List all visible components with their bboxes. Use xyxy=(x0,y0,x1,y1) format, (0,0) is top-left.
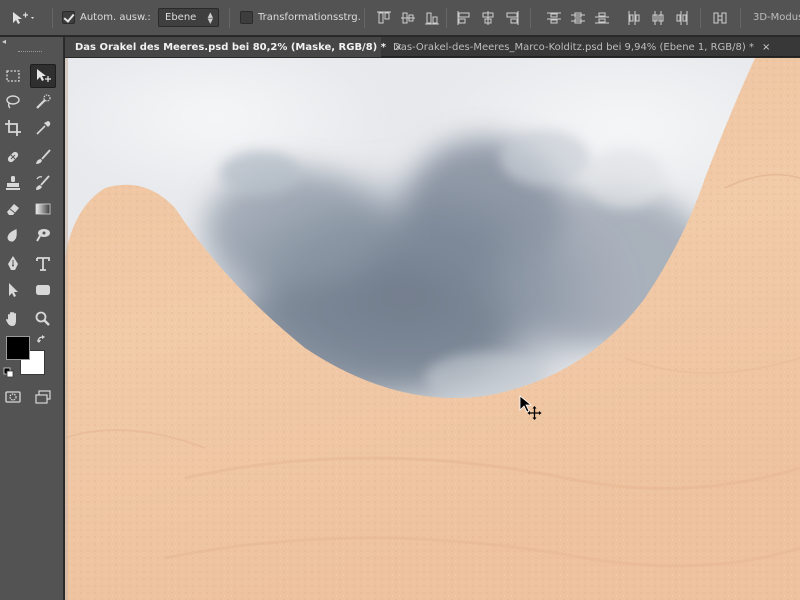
align-right-edges-icon[interactable] xyxy=(504,10,520,26)
options-separator xyxy=(52,8,53,28)
hand-tool-icon[interactable] xyxy=(0,307,26,331)
align-left-edges-icon[interactable] xyxy=(456,10,472,26)
brush-tool-icon[interactable] xyxy=(30,145,56,169)
lasso-tool-icon[interactable] xyxy=(0,90,26,114)
rectangle-tool-icon[interactable] xyxy=(30,278,56,302)
distribute-left-edges-icon[interactable] xyxy=(626,10,642,26)
crop-tool-icon[interactable] xyxy=(0,116,26,140)
rectangular-marquee-tool-icon[interactable] xyxy=(0,64,26,88)
close-tab-icon[interactable]: × xyxy=(762,42,770,53)
panel-grip[interactable] xyxy=(18,51,42,54)
options-separator xyxy=(700,8,701,28)
quick-selection-tool-icon[interactable] xyxy=(30,90,56,114)
transform-controls-label: Transformationsstrg. xyxy=(258,12,361,23)
document-tab-orakel-kolditz[interactable]: Das-Orakel-des-Meeres_Marco-Kolditz.psd … xyxy=(383,37,800,57)
collapse-panel-icon[interactable]: ◂ xyxy=(2,37,6,46)
eraser-tool-icon[interactable] xyxy=(0,197,26,221)
options-separator xyxy=(446,8,447,28)
type-tool-icon[interactable] xyxy=(30,252,56,276)
align-top-edges-icon[interactable] xyxy=(376,10,392,26)
spot-healing-brush-tool-icon[interactable] xyxy=(0,145,26,169)
tool-panel: ◂ xyxy=(0,37,64,600)
distribute-bottom-edges-icon[interactable] xyxy=(594,10,610,26)
screen-mode-icon[interactable] xyxy=(30,385,56,409)
distribute-horizontal-centers-icon[interactable] xyxy=(650,10,666,26)
transform-controls-checkbox[interactable] xyxy=(240,11,253,24)
quick-mask-mode-icon[interactable] xyxy=(0,385,26,409)
document-tab-label: Das Orakel des Meeres.psd bei 80,2% (Mas… xyxy=(75,41,386,53)
document-tab-label: Das-Orakel-des-Meeres_Marco-Kolditz.psd … xyxy=(393,41,754,53)
canvas-artwork xyxy=(65,58,800,600)
distribute-top-edges-icon[interactable] xyxy=(546,10,562,26)
auto-select-target-value: Ebene xyxy=(165,12,197,23)
swap-colors-icon[interactable] xyxy=(36,334,48,346)
document-tab-orakel[interactable]: Das Orakel des Meeres.psd bei 80,2% (Mas… xyxy=(65,37,402,57)
options-separator xyxy=(530,8,531,28)
path-selection-tool-icon[interactable] xyxy=(0,278,26,302)
options-separator xyxy=(229,8,230,28)
auto-select-checkbox[interactable] xyxy=(62,11,75,24)
move-tool-button[interactable] xyxy=(30,64,56,88)
options-bar: Autom. ausw.: Ebene ▲ ▼ Transformationsst… xyxy=(0,0,800,36)
document-tab-bar: Das Orakel des Meeres.psd bei 80,2% (Mas… xyxy=(65,37,800,57)
distribute-vertical-centers-icon[interactable] xyxy=(570,10,586,26)
auto-align-layers-icon[interactable] xyxy=(712,10,728,26)
3d-mode-label: 3D-Modus xyxy=(753,12,800,23)
gradient-tool-icon[interactable] xyxy=(30,197,56,221)
default-colors-icon[interactable] xyxy=(3,367,15,379)
dropdown-arrows-icon: ▲ ▼ xyxy=(207,11,213,25)
options-separator xyxy=(364,8,365,28)
history-brush-tool-icon[interactable] xyxy=(30,171,56,195)
clone-stamp-tool-icon[interactable] xyxy=(0,171,26,195)
move-tool-icon xyxy=(37,69,51,82)
zoom-tool-icon[interactable] xyxy=(30,307,56,331)
dodge-tool-icon[interactable] xyxy=(30,223,56,247)
pen-tool-icon[interactable] xyxy=(0,252,26,276)
align-bottom-edges-icon[interactable] xyxy=(424,10,440,26)
align-vertical-centers-icon[interactable] xyxy=(400,10,416,26)
auto-select-target-dropdown[interactable]: Ebene ▲ ▼ xyxy=(158,8,219,27)
align-horizontal-centers-icon[interactable] xyxy=(480,10,496,26)
document-canvas[interactable] xyxy=(65,58,800,600)
distribute-right-edges-icon[interactable] xyxy=(674,10,690,26)
foreground-color-swatch[interactable] xyxy=(6,336,30,360)
eyedropper-tool-icon[interactable] xyxy=(30,116,56,140)
auto-select-label: Autom. ausw.: xyxy=(80,12,151,23)
options-separator xyxy=(740,8,741,28)
tool-preset-picker[interactable] xyxy=(8,10,36,26)
blur-tool-icon[interactable] xyxy=(0,223,26,247)
move-tool-icon xyxy=(13,12,34,24)
